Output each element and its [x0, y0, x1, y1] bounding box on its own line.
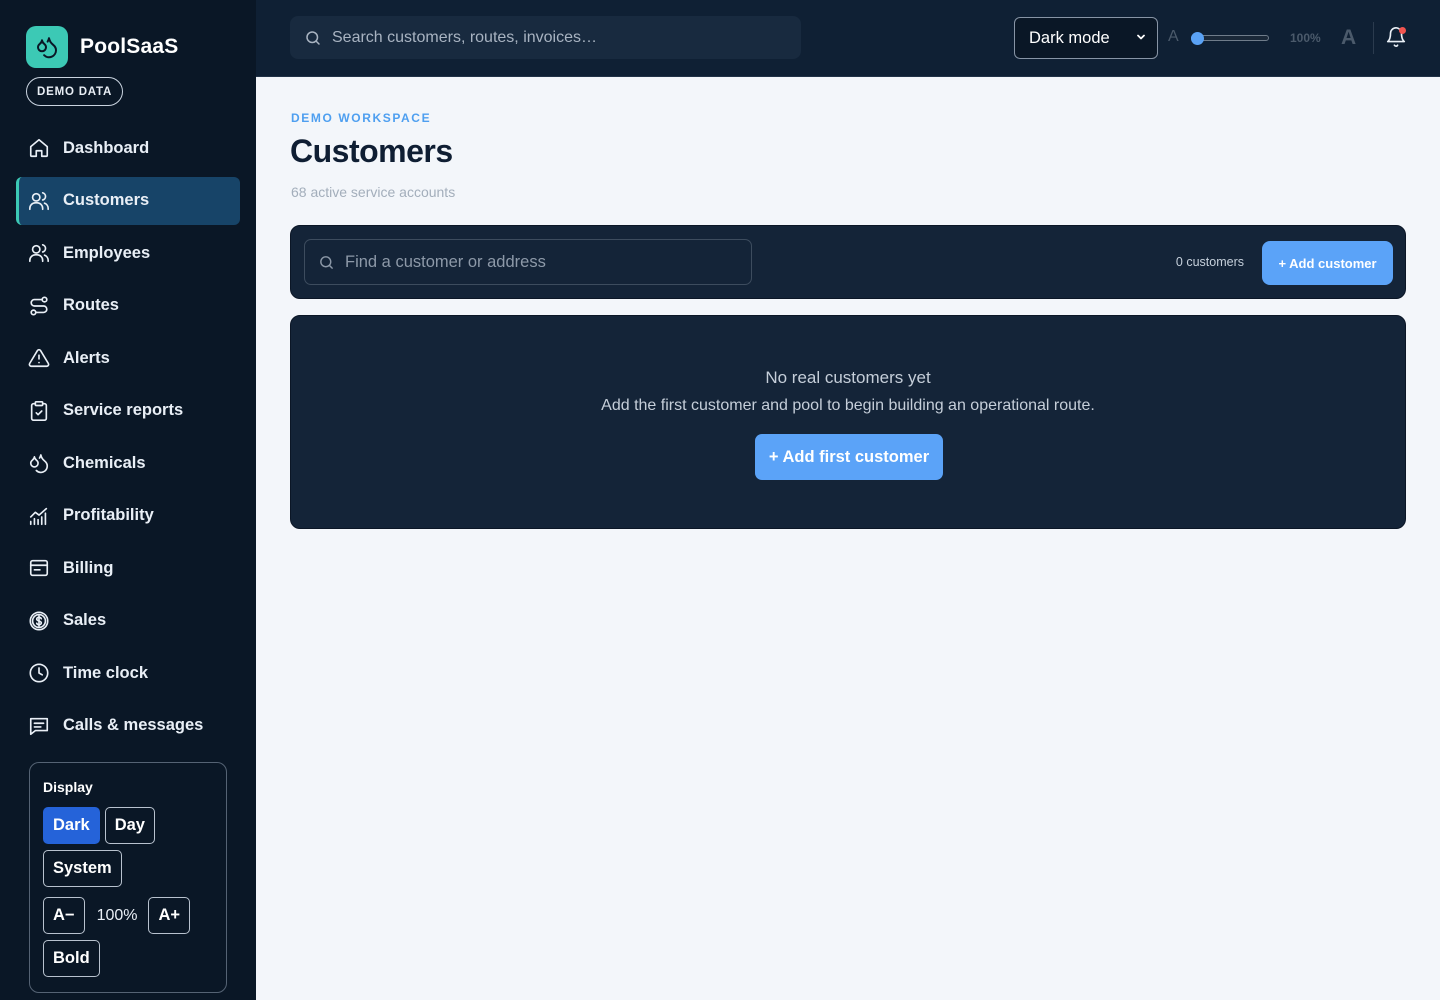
theme-select-value: Dark mode	[1029, 28, 1110, 47]
add-first-customer-button[interactable]: + Add first customer	[755, 434, 943, 480]
font-large-indicator: A	[1341, 26, 1357, 49]
customer-search-input[interactable]	[345, 252, 751, 272]
global-search[interactable]	[290, 16, 801, 59]
sidebar-item-label: Time clock	[63, 663, 148, 682]
brand[interactable]: PoolSaaS	[26, 26, 178, 68]
search-input[interactable]	[332, 28, 801, 47]
bell-icon	[1385, 27, 1407, 52]
customer-toolbar: 0 customers + Add customer	[290, 225, 1406, 299]
system-theme-button[interactable]: System	[43, 850, 122, 887]
sidebar-item-routes[interactable]: Routes	[16, 282, 240, 330]
topbar: Dark mode A 100% A	[256, 0, 1440, 77]
droplets-icon	[28, 452, 50, 474]
sidebar-item-employees[interactable]: Employees	[16, 229, 240, 277]
sidebar-item-sales[interactable]: Sales	[16, 597, 240, 645]
sidebar-item-label: Profitability	[63, 506, 154, 524]
search-icon	[318, 254, 335, 271]
billing-icon	[28, 557, 50, 579]
home-icon	[28, 137, 50, 159]
display-title: Display	[43, 779, 93, 795]
sidebar-item-label: Chemicals	[63, 453, 146, 472]
clipboard-check-icon	[28, 400, 50, 422]
sidebar-item-label: Alerts	[63, 348, 110, 367]
display-settings-panel: Display Dark Day System A− 100% A+ Bold	[29, 762, 227, 993]
empty-state-description: Add the first customer and pool to begin…	[601, 397, 1095, 414]
sidebar-item-label: Billing	[63, 558, 114, 577]
droplets-icon	[26, 26, 68, 68]
sidebar-item-service-reports[interactable]: Service reports	[16, 387, 240, 435]
notification-dot	[1399, 27, 1406, 34]
sidebar-item-label: Calls & messages	[63, 716, 204, 734]
font-small-indicator: A	[1168, 28, 1179, 45]
sidebar-item-alerts[interactable]: Alerts	[16, 334, 240, 382]
zoom-slider[interactable]	[1191, 32, 1269, 45]
sidebar-nav: Dashboard Customers Employees Routes Ale…	[16, 124, 240, 754]
users-icon	[28, 242, 50, 264]
empty-state-title: No real customers yet	[765, 368, 931, 387]
sidebar-item-label: Employees	[63, 243, 151, 262]
customer-search[interactable]	[304, 239, 752, 285]
sidebar: PoolSaaS DEMO DATA Dashboard Customers E…	[0, 0, 256, 1000]
sidebar-item-label: Routes	[63, 296, 119, 314]
alert-triangle-icon	[28, 347, 50, 369]
brand-name: PoolSaaS	[80, 35, 179, 58]
sidebar-item-label: Customers	[63, 191, 150, 209]
font-size-value: 100%	[96, 906, 138, 924]
search-icon	[304, 29, 322, 47]
zoom-value: 100%	[1290, 31, 1321, 45]
increase-font-button[interactable]: A+	[148, 897, 191, 934]
workspace-label: DEMO WORKSPACE	[291, 111, 432, 125]
route-icon	[28, 295, 50, 317]
notifications-button[interactable]	[1385, 26, 1407, 48]
decrease-font-button[interactable]: A−	[43, 897, 85, 934]
zoom-slider-thumb[interactable]	[1191, 32, 1204, 45]
add-customer-button[interactable]: + Add customer	[1262, 241, 1393, 285]
day-theme-button[interactable]: Day	[104, 807, 155, 844]
demo-data-badge: DEMO DATA	[26, 77, 124, 106]
empty-state: No real customers yet Add the first cust…	[290, 315, 1406, 529]
theme-select[interactable]: Dark mode	[1014, 17, 1158, 59]
dollar-circle-icon	[28, 610, 50, 632]
message-icon	[28, 715, 50, 737]
sidebar-item-time-clock[interactable]: Time clock	[16, 649, 240, 697]
sidebar-item-label: Service reports	[63, 401, 184, 419]
page-subtitle: 68 active service accounts	[291, 184, 456, 200]
clock-icon	[28, 662, 50, 684]
sidebar-item-calls-messages[interactable]: Calls & messages	[16, 702, 240, 750]
customer-count: 0 customers	[1175, 255, 1244, 269]
sidebar-item-billing[interactable]: Billing	[16, 544, 240, 592]
sidebar-item-dashboard[interactable]: Dashboard	[16, 124, 240, 172]
sidebar-item-profitability[interactable]: Profitability	[16, 492, 240, 540]
sidebar-item-label: Dashboard	[63, 138, 150, 157]
chart-icon	[28, 505, 50, 527]
users-icon	[28, 190, 50, 212]
chevron-down-icon	[1135, 29, 1147, 48]
sidebar-item-chemicals[interactable]: Chemicals	[16, 439, 240, 487]
dark-theme-button[interactable]: Dark	[43, 807, 100, 844]
sidebar-item-label: Sales	[63, 611, 107, 629]
divider	[1373, 22, 1374, 54]
sidebar-item-customers[interactable]: Customers	[16, 176, 240, 225]
page-title: Customers	[290, 133, 453, 169]
bold-toggle-button[interactable]: Bold	[43, 940, 100, 977]
